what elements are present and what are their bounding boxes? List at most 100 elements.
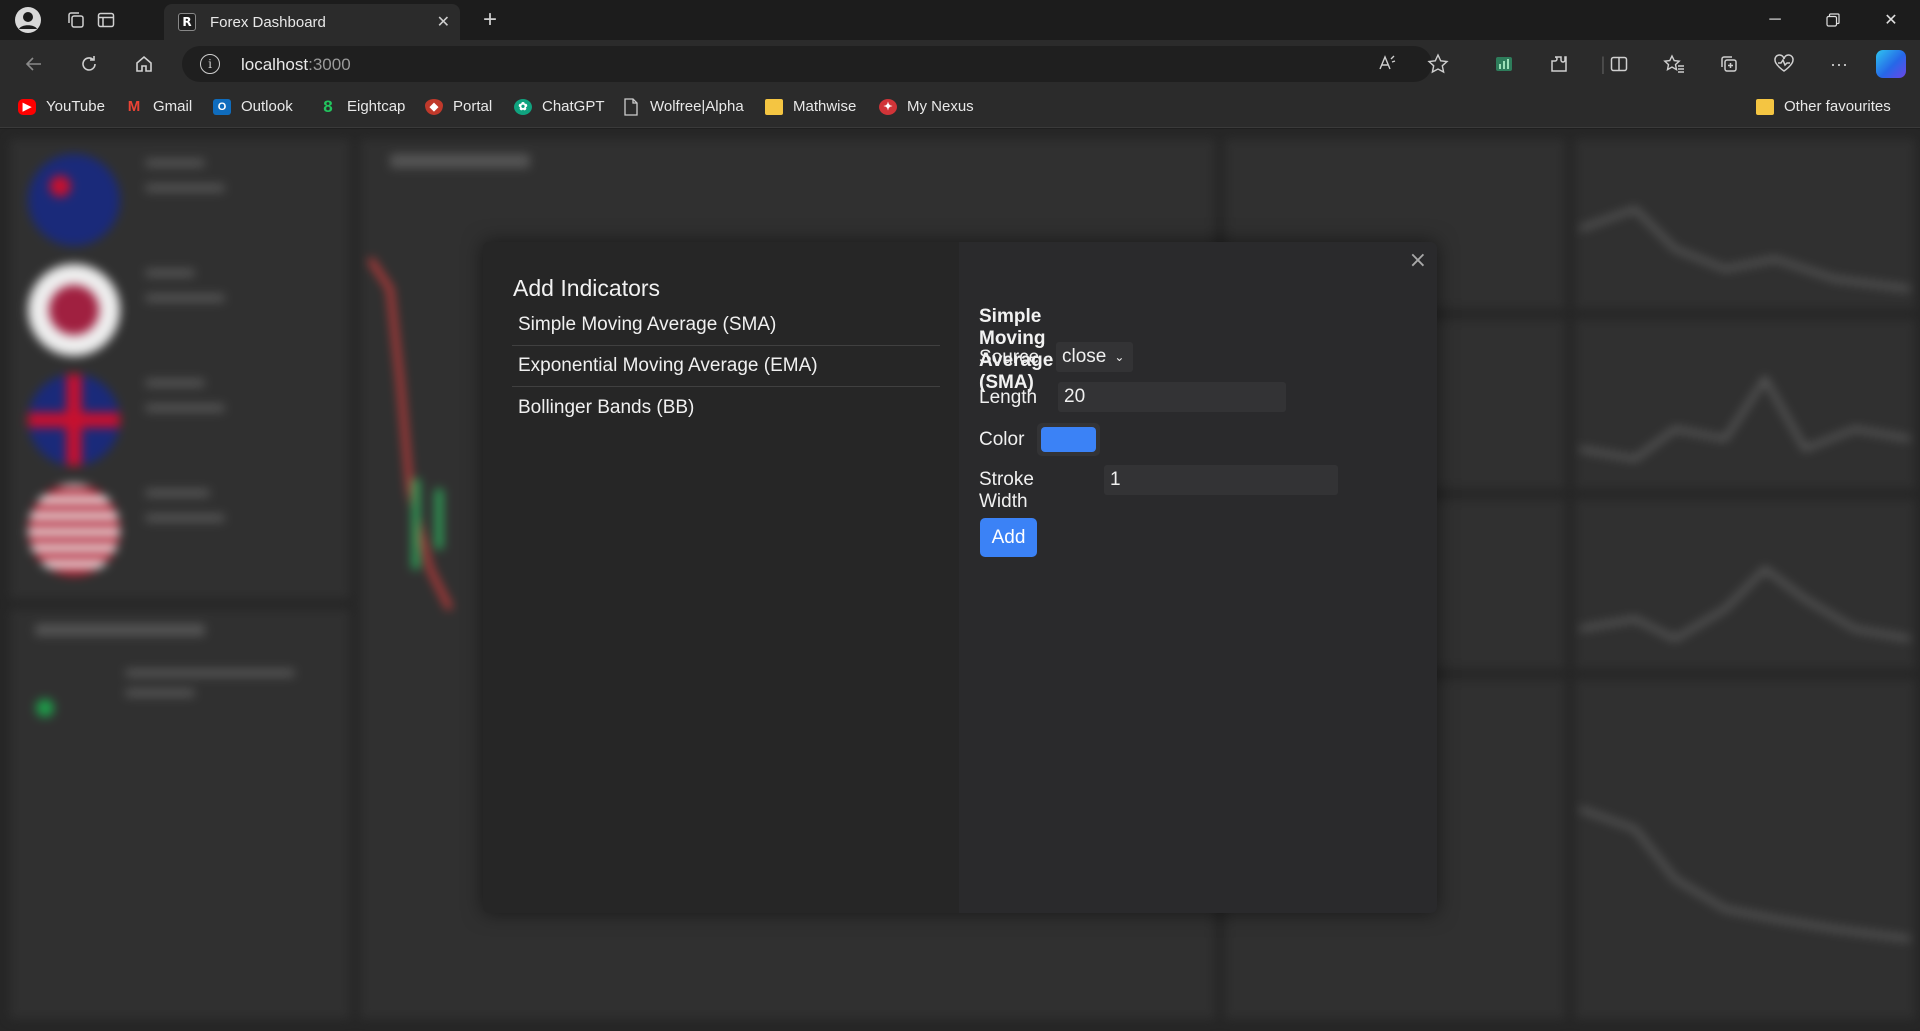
tab-title: Forex Dashboard [210,13,326,31]
bookmark-label: Gmail [153,98,193,115]
bookmark-my-nexus[interactable]: ✦ My Nexus [879,98,974,115]
modal-close-icon[interactable]: × [1409,248,1427,273]
source-select-value: close [1062,346,1107,367]
bookmark-label: YouTube [46,98,105,115]
indicator-option-ema[interactable]: Exponential Moving Average (EMA) [512,346,940,387]
other-favourites[interactable]: Other favourites [1756,98,1891,115]
stroke-width-input[interactable]: 1 [1104,465,1338,495]
length-input[interactable]: 20 [1058,382,1286,412]
profile-icon[interactable] [14,6,42,34]
tab-close-icon[interactable]: ✕ [437,12,450,32]
placeholder-line [145,379,205,387]
bookmark-label: Eightcap [347,98,406,115]
minimize-icon[interactable]: ─ [1746,0,1804,40]
url-host: localhost [241,55,309,74]
placeholder-line [145,404,225,412]
modal-title: Add Indicators [513,275,661,301]
folder-icon [765,98,783,115]
bookmark-chatgpt[interactable]: ✿ ChatGPT [514,98,605,115]
bookmark-outlook[interactable]: O Outlook [213,98,293,115]
browser-essentials-icon[interactable] [1770,50,1798,78]
refresh-icon[interactable] [73,48,105,80]
portal-icon: ◆ [425,98,443,115]
bookmark-youtube[interactable]: ▶ YouTube [18,98,105,115]
source-label: Source [979,347,1040,368]
split-screen-icon[interactable] [1605,50,1633,78]
chatgpt-icon: ✿ [514,98,532,115]
bookmark-label: ChatGPT [542,98,605,115]
gmail-icon: M [127,98,141,115]
bookmark-eightcap[interactable]: 8 Eightcap [319,96,406,116]
page-icon [622,97,640,116]
placeholder-line [145,514,225,522]
mini-chart-line [1579,807,1911,941]
extensions-icon[interactable] [1545,50,1573,78]
color-label: Color [979,429,1025,450]
active-tab[interactable]: R Forex Dashboard ✕ [164,4,460,40]
url-text[interactable]: localhost:3000 [241,55,351,75]
bookmarks-bar: ▶ YouTube M Gmail O Outlook 8 Eightcap ◆… [0,88,1920,128]
source-select[interactable]: close ⌄ [1056,342,1133,372]
copilot-icon[interactable] [1876,50,1906,78]
length-label: Length [979,387,1038,408]
extension-chart-icon[interactable] [1490,50,1518,78]
home-icon[interactable] [128,48,160,80]
bookmark-portal[interactable]: ◆ Portal [425,98,492,115]
bookmark-label: Portal [453,98,493,115]
window-close-icon[interactable]: ✕ [1862,0,1920,40]
back-icon[interactable] [18,48,50,80]
site-info-icon[interactable]: i [200,54,220,74]
browser-titlebar: R Forex Dashboard ✕ + ─ ✕ [0,0,1920,40]
vertical-tabs-icon[interactable] [92,6,120,34]
placeholder-line [145,294,225,302]
read-aloud-icon[interactable] [1377,53,1397,78]
outlook-icon: O [213,98,231,115]
mini-chart-line [1579,207,1911,291]
other-favourites-label: Other favourites [1784,98,1891,115]
address-bar[interactable]: i localhost:3000 [182,46,1449,82]
placeholder-line [390,154,530,168]
color-swatch [1041,427,1096,452]
placeholder-line [145,159,205,167]
placeholder-line [125,669,295,677]
nexus-icon: ✦ [879,98,897,115]
add-indicators-modal: × Add Indicators Simple Moving Average (… [483,242,1437,913]
bookmark-label: Outlook [241,98,293,115]
restore-icon[interactable] [1804,0,1862,40]
status-dot [36,699,54,717]
favorite-star-icon[interactable] [1427,53,1449,80]
bookmark-gmail[interactable]: M Gmail [125,98,192,115]
placeholder-line [125,689,195,697]
chevron-down-icon: ⌄ [1114,350,1125,364]
tab-favicon: R [178,13,196,31]
sydney-flag-icon [28,154,120,246]
indicator-option-bb[interactable]: Bollinger Bands (BB) [512,387,940,428]
bookmark-label: Mathwise [793,98,857,115]
tokyo-flag-icon [28,264,120,356]
collections-icon[interactable] [1715,50,1743,78]
indicator-list: Simple Moving Average (SMA) Exponential … [512,305,940,428]
indicator-option-sma[interactable]: Simple Moving Average (SMA) [512,305,940,346]
new-tab-icon[interactable]: + [476,6,504,34]
browser-toolbar: i localhost:3000 | ··· [0,40,1920,88]
bookmark-label: My Nexus [907,98,974,115]
eightcap-icon: 8 [323,96,333,116]
url-port: :3000 [308,55,351,74]
bookmark-mathwise[interactable]: Mathwise [765,98,856,115]
placeholder-line [145,269,195,277]
mini-chart-line [1579,567,1911,641]
placeholder-line [35,624,205,636]
bookmark-label: Wolfree|Alpha [650,98,744,115]
add-indicator-button[interactable]: Add [980,518,1037,557]
favorites-icon[interactable] [1660,50,1688,78]
london-flag-icon [28,374,120,466]
bookmark-wolfree-alpha[interactable]: Wolfree|Alpha [622,97,744,116]
placeholder-line [145,184,225,192]
youtube-icon: ▶ [18,98,36,115]
workspaces-icon[interactable] [62,6,90,34]
new-york-flag-icon [28,484,120,576]
stroke-width-label: Stroke Width [979,469,1034,512]
more-options-icon[interactable]: ··· [1825,50,1853,78]
placeholder-line [145,489,210,497]
color-picker[interactable] [1037,423,1100,456]
